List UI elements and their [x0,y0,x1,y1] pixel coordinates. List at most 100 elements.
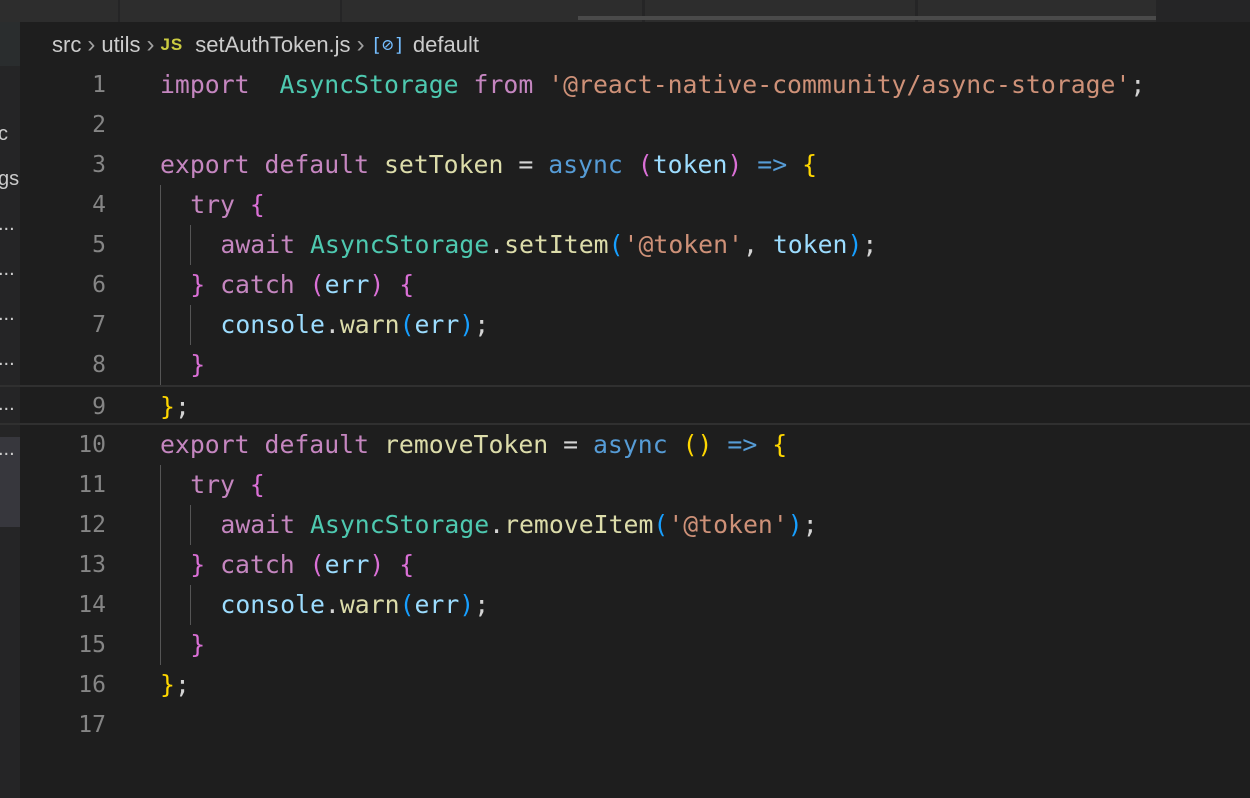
code-token: await [220,510,296,539]
line-number: 2 [92,112,106,138]
code-token: } [190,550,206,579]
code-line[interactable]: 2 [0,105,1250,145]
tab-bar-scrollbar[interactable] [578,16,1156,20]
code-line[interactable]: 8} [0,345,1250,385]
editor-tab[interactable] [120,0,341,22]
code-token: ( [399,590,415,619]
code-token: . [489,230,505,259]
code-line[interactable]: 11 try { [0,465,1250,505]
breadcrumb-item-src[interactable]: src [52,32,81,58]
code-line[interactable]: 16}; [0,665,1250,705]
editor-tab[interactable] [0,0,119,22]
code-token: catch [220,550,295,579]
code-token: import [160,70,250,99]
code-token: await [220,230,296,259]
code-token: setItem [504,230,609,259]
line-number: 17 [78,712,106,738]
code-token: ( [309,550,325,579]
code-token: default [264,430,370,459]
code-token: export [160,150,250,179]
indent-guide [190,225,191,265]
code-token: { [802,150,817,179]
breadcrumb-item-symbol[interactable]: default [413,32,479,58]
code-line[interactable]: 13} catch (err) { [0,545,1250,585]
code-token: ; [174,670,190,699]
code-line[interactable]: 7 console.warn(err); [0,305,1250,345]
line-number: 9 [92,394,106,420]
code-line[interactable]: 5 await AsyncStorage.setItem('@token', to… [0,225,1250,265]
line-number: 8 [92,352,106,378]
breadcrumb-item-utils[interactable]: utils [101,32,140,58]
line-number: 7 [92,312,106,338]
code-token: , [742,230,773,259]
code-token: . [489,510,505,539]
js-file-icon: JS [160,35,184,54]
code-line[interactable]: 10 export default removeToken = async () … [0,425,1250,465]
breadcrumb-item-file[interactable]: setAuthToken.js [195,32,350,58]
indent-guide [190,305,191,345]
code-token: ) [369,270,385,299]
code-token: ) [727,150,743,179]
line-number: 10 [78,432,106,458]
code-text: console.warn(err); [220,305,489,345]
code-token: '@token' [623,230,743,259]
code-token: } [160,392,175,421]
code-token: console [220,310,325,339]
code-line[interactable]: 17 [0,705,1250,745]
code-token: ; [174,392,190,421]
code-token: warn [339,590,400,619]
code-token: catch [220,270,295,299]
code-line[interactable]: 3 export default setToken = async (token)… [0,145,1250,185]
code-token: export [160,430,250,459]
code-line[interactable]: 4 try { [0,185,1250,225]
code-token: => [757,150,788,179]
code-token: AsyncStorage [309,230,490,259]
variable-symbol-icon: [⊘] [370,34,405,56]
code-token: ( [608,230,624,259]
code-token: err [324,550,370,579]
line-number: 11 [78,472,106,498]
code-token: ) [459,590,475,619]
code-token: ( [637,150,653,179]
code-token: removeItem [504,510,654,539]
code-line[interactable]: 9}; [0,385,1250,425]
code-token: console [220,590,325,619]
line-number: 6 [92,272,106,298]
code-token: '@react-native-community/async-storage' [548,70,1131,99]
code-text: } catch (err) { [190,265,414,305]
code-line[interactable]: 15} [0,625,1250,665]
code-text: console.warn(err); [220,585,489,625]
code-token: warn [339,310,400,339]
code-token: ; [474,590,490,619]
code-token: = [548,430,593,459]
code-token: ) [847,230,863,259]
code-token: removeToken [383,430,549,459]
code-token: . [324,310,340,339]
code-token: } [190,350,206,379]
code-token: token [772,230,848,259]
chevron-right-icon: › [146,31,155,58]
code-token: { [399,550,415,579]
code-token: ; [802,510,818,539]
code-token: => [727,430,758,459]
code-line[interactable]: 6 } catch (err) { [0,265,1250,305]
code-line[interactable]: 12 await AsyncStorage.removeItem('@token'… [0,505,1250,545]
code-token: { [249,190,265,219]
code-token: . [324,590,340,619]
code-token: ; [862,230,878,259]
code-token: { [772,430,788,459]
code-token: try [190,190,235,219]
code-line[interactable]: 14 console.warn(err); [0,585,1250,625]
code-line[interactable]: 1 import AsyncStorage from '@react-native… [0,65,1250,105]
